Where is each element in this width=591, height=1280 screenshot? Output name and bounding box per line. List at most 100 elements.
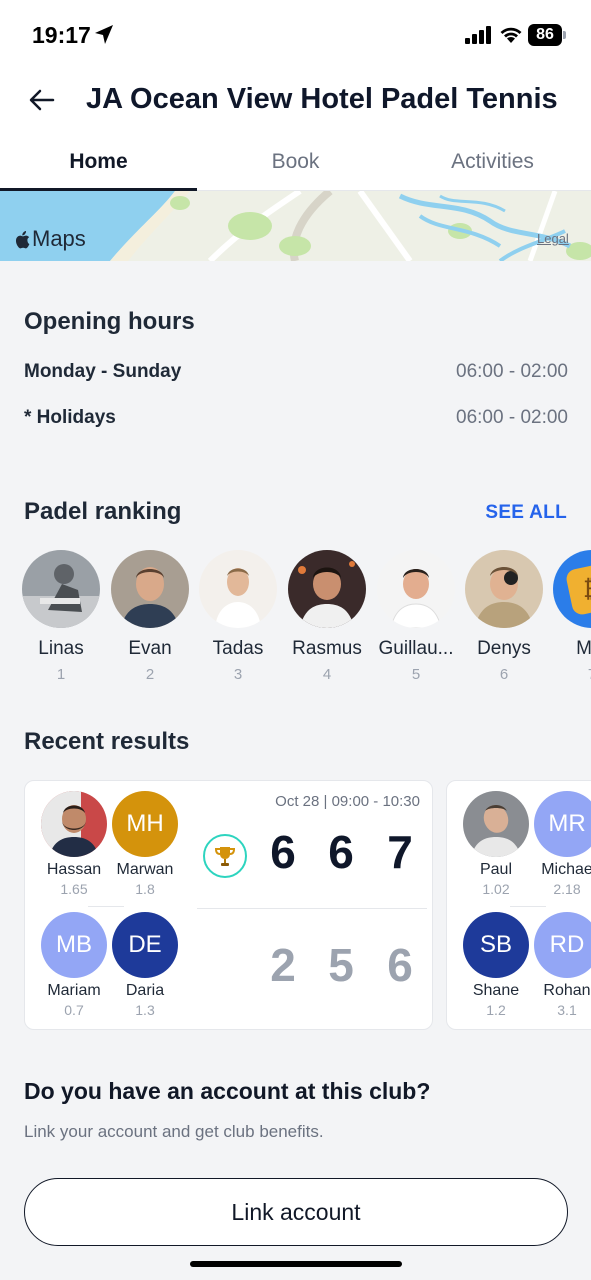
score-team2-set2: 5 [328, 939, 354, 991]
player-level: 0.7 [64, 1002, 84, 1018]
player-name: Daria [125, 982, 165, 999]
player-name: Hassan [46, 861, 102, 878]
map-legal-link[interactable]: Legal [537, 231, 569, 246]
player-rank: 2 [145, 666, 155, 680]
player-name: Mat [576, 638, 591, 659]
team-divider [88, 906, 124, 907]
link-account-button[interactable]: Link account [24, 1178, 568, 1246]
hours-time: 06:00 - 02:00 [456, 407, 568, 428]
avatar [377, 550, 455, 628]
player-name: Denys [477, 638, 531, 659]
player: RD Rohan 3.1 [531, 912, 591, 1018]
avatar: ₿ [553, 550, 591, 628]
player: Paul 1.02 [460, 791, 532, 897]
avatar: MH [112, 791, 178, 857]
trophy-icon [203, 834, 247, 878]
player: MR Michae 2.18 [531, 791, 591, 897]
padel-ranking-title: Padel ranking [24, 498, 182, 525]
tab-activities[interactable]: Activities [394, 130, 591, 190]
avatar: SB [463, 912, 529, 978]
status-bar: 19:17 86 [0, 0, 591, 70]
opening-hours-title: Opening hours [24, 308, 195, 335]
player-name: Evan [128, 638, 172, 659]
player-rank: 3 [233, 666, 243, 680]
home-indicator [190, 1261, 402, 1267]
player-rank: 4 [322, 666, 332, 680]
battery-tip [563, 31, 566, 39]
ranking-player[interactable]: Rasmus 4 [285, 550, 369, 680]
player-rank: 6 [499, 666, 509, 680]
tab-home[interactable]: Home [0, 130, 197, 191]
avatar [22, 550, 100, 628]
team-divider [510, 906, 546, 907]
ranking-player[interactable]: Denys 6 [462, 550, 546, 680]
player-level: 3.1 [557, 1002, 577, 1018]
back-arrow-icon [29, 89, 55, 111]
player: SB Shane 1.2 [460, 912, 532, 1018]
player-rank: 1 [56, 666, 66, 680]
recent-results-title: Recent results [24, 728, 190, 755]
player: DE Daria 1.3 [109, 912, 181, 1018]
player-level: 1.8 [135, 881, 155, 897]
avatar [465, 550, 543, 628]
score-team2-set1: 2 [270, 939, 296, 991]
avatar: DE [112, 912, 178, 978]
player: Hassan 1.65 [38, 791, 110, 897]
player-rank: 7 [550, 666, 591, 680]
tab-book[interactable]: Book [197, 130, 394, 190]
hours-time: 06:00 - 02:00 [456, 361, 568, 382]
apple-logo-icon [15, 230, 30, 248]
player: MB Mariam 0.7 [38, 912, 110, 1018]
battery-indicator: 86 [528, 24, 562, 46]
ranking-player[interactable]: Tadas 3 [196, 550, 280, 680]
ranking-player[interactable]: Linas 1 [22, 550, 103, 680]
score-team1-set1: 6 [270, 826, 296, 878]
results-list: Hassan 1.65 MH Marwan 1.8 MB Mariam 0.7 … [24, 780, 591, 1032]
score-team1-set3: 7 [387, 826, 413, 878]
cellular-signal-icon [465, 26, 491, 44]
hours-row: Monday - Sunday 06:00 - 02:00 [24, 361, 568, 383]
player-name: Tadas [212, 638, 264, 659]
back-button[interactable] [24, 82, 60, 118]
player-name: Rohan [543, 982, 591, 999]
map-image [0, 191, 591, 261]
player-level: 1.65 [60, 881, 88, 897]
player-rank: 5 [411, 666, 421, 680]
score-team1-set2: 6 [328, 826, 354, 878]
hours-day: * Holidays [24, 407, 116, 428]
ranking-list: Linas 1 Evan 2 Tadas 3 Rasmus 4 Guillau.… [22, 550, 591, 680]
svg-text:₿: ₿ [583, 575, 591, 603]
match-card[interactable]: Hassan 1.65 MH Marwan 1.8 MB Mariam 0.7 … [24, 780, 433, 1030]
player-level: 1.3 [135, 1002, 155, 1018]
tab-bar: Home Book Activities [0, 130, 591, 191]
status-time: 19:17 [32, 22, 91, 48]
wifi-icon [500, 27, 522, 43]
player-name: Mariam [47, 982, 101, 999]
ranking-player[interactable]: Evan 2 [108, 550, 192, 680]
avatar [199, 550, 277, 628]
app-header: JA Ocean View Hotel Padel Tennis [0, 70, 591, 130]
player: MH Marwan 1.8 [109, 791, 181, 897]
ranking-player[interactable]: ₿ Mat 7 [550, 550, 591, 680]
player-name: Linas [38, 638, 84, 659]
player-level: 1.02 [482, 881, 510, 897]
player-level: 1.2 [486, 1002, 506, 1018]
avatar [463, 791, 529, 857]
avatar: RD [534, 912, 591, 978]
club-map[interactable]: Maps Legal [0, 191, 591, 261]
avatar [111, 550, 189, 628]
score-divider [197, 908, 427, 909]
avatar [41, 791, 107, 857]
match-date: Oct 28 | 09:00 - 10:30 [275, 793, 420, 810]
player-name: Shane [472, 982, 520, 999]
page-title: JA Ocean View Hotel Padel Tennis [86, 83, 558, 115]
hours-row: * Holidays 06:00 - 02:00 [24, 407, 568, 429]
player-level: 2.18 [553, 881, 581, 897]
hours-day: Monday - Sunday [24, 361, 182, 382]
see-all-link[interactable]: SEE ALL [485, 502, 567, 524]
account-subtitle: Link your account and get club benefits. [24, 1122, 324, 1141]
ranking-player[interactable]: Guillau... 5 [374, 550, 458, 680]
match-card[interactable]: Paul 1.02 MR Michae 2.18 SB Shane 1.2 RD… [446, 780, 591, 1030]
maps-provider-text: Maps [32, 226, 86, 251]
maps-label: Maps [14, 226, 86, 252]
